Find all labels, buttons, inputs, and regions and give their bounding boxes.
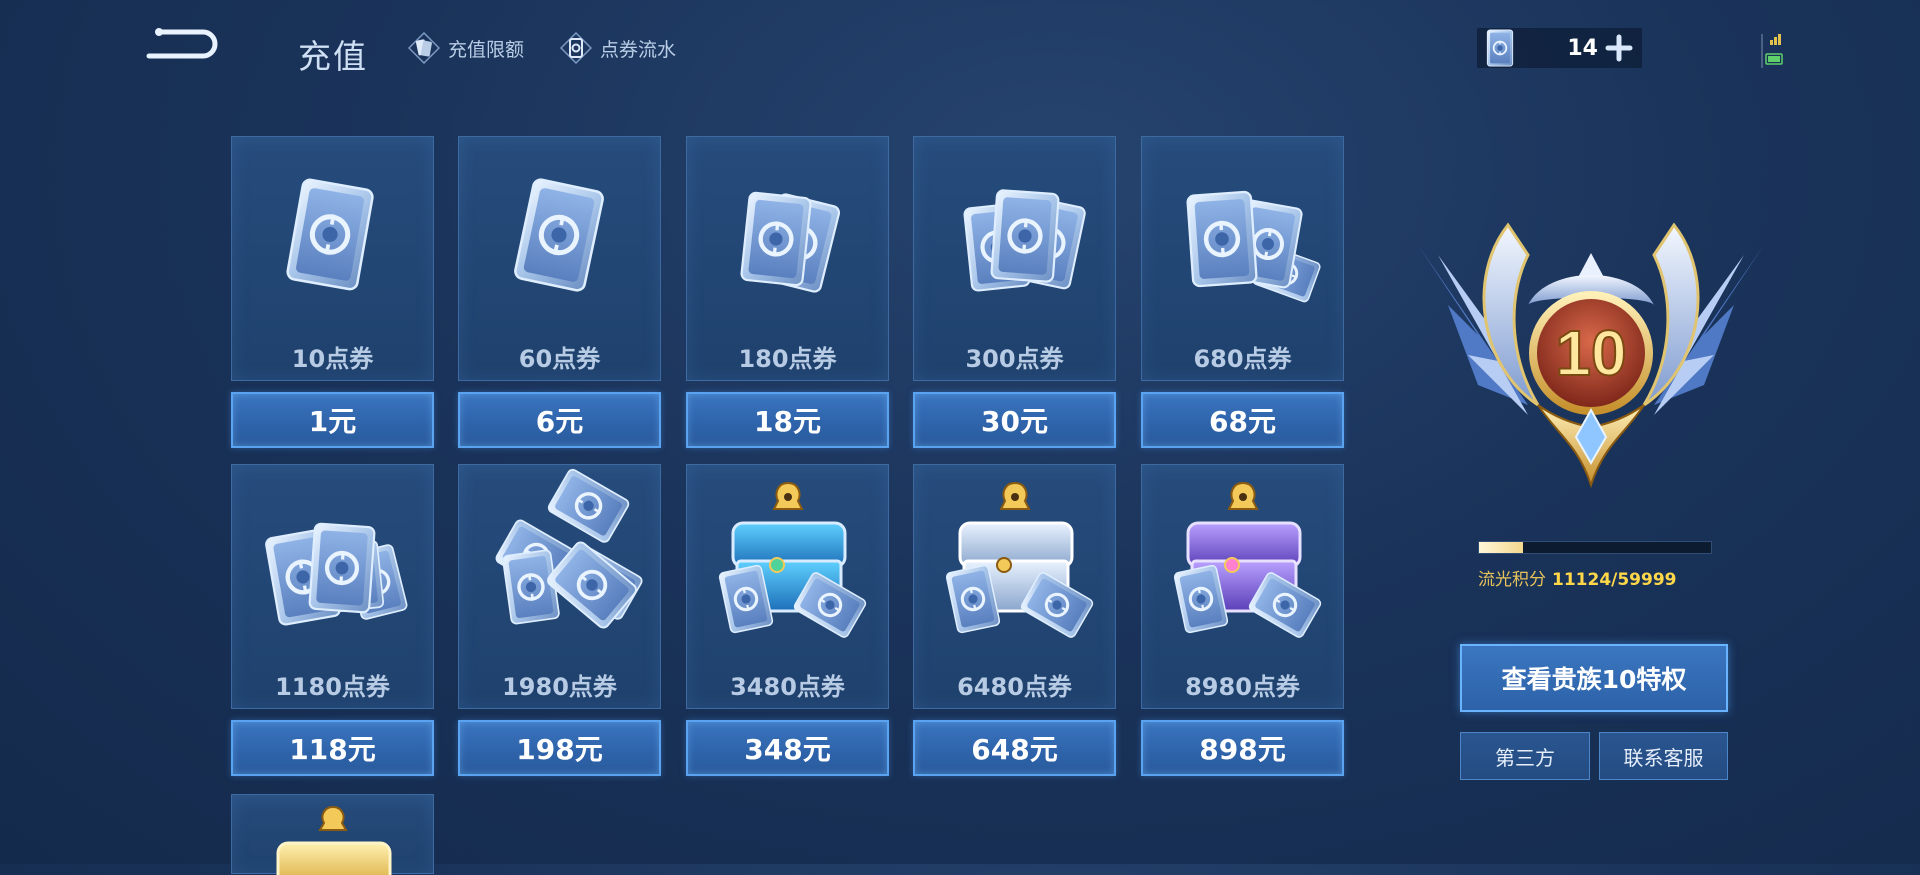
product-quantity: 60点券	[518, 345, 601, 373]
price-button[interactable]: 68元	[1141, 392, 1344, 448]
price-button[interactable]: 6元	[458, 392, 661, 448]
product-card[interactable]	[231, 794, 434, 875]
page-title: 充值	[298, 37, 368, 76]
product-card[interactable]: 300点券	[913, 136, 1116, 381]
product-card[interactable]: 1980点券	[458, 464, 661, 709]
treasure-chest-gold-icon	[276, 805, 392, 875]
score-text: 流光积分 11124/59999	[1478, 565, 1677, 590]
product-card[interactable]: 60点券	[458, 136, 661, 381]
treasure-chest-silver-icon	[944, 482, 1096, 641]
network-battery-status-icon	[1761, 34, 1783, 68]
coupon-flow-icon	[560, 32, 592, 64]
price-button[interactable]: 30元	[913, 392, 1116, 448]
product-quantity: 6480点券	[957, 673, 1072, 701]
product-quantity: 8980点券	[1185, 673, 1300, 701]
price-button[interactable]: 118元	[231, 720, 434, 776]
coupon-flow-link[interactable]: 点券流水	[560, 30, 676, 66]
product-quantity: 1980点券	[502, 673, 617, 701]
coupon-balance: 14	[1477, 28, 1642, 68]
price-button[interactable]: 1元	[231, 392, 434, 448]
price-button[interactable]: 648元	[913, 720, 1116, 776]
coupon-single-icon	[232, 137, 435, 337]
coupon-stack-icon	[1142, 137, 1323, 305]
add-coupon-plus-icon[interactable]	[1604, 33, 1634, 63]
score-progress-bar	[1478, 541, 1712, 554]
product-quantity: 10点券	[291, 345, 374, 373]
score-value: 11124/59999	[1552, 570, 1677, 590]
third-party-button[interactable]: 第三方	[1460, 732, 1590, 780]
noble-level-number: 10	[1555, 317, 1626, 389]
back-button[interactable]	[145, 24, 225, 68]
coupon-pile-icon	[492, 466, 646, 632]
product-card[interactable]: 8980点券	[1141, 464, 1344, 709]
product-card[interactable]: 6480点券	[913, 464, 1116, 709]
coupon-stack-icon	[914, 137, 1117, 337]
product-card[interactable]: 3480点券	[686, 464, 889, 709]
balance-value: 14	[1567, 35, 1598, 61]
score-progress-fill	[1479, 542, 1524, 553]
treasure-chest-purple-icon	[1172, 482, 1324, 641]
treasure-chest-blue-icon	[717, 482, 869, 641]
price-button[interactable]: 18元	[686, 392, 889, 448]
product-card[interactable]: 10点券	[231, 136, 434, 381]
price-button[interactable]: 898元	[1141, 720, 1344, 776]
product-card[interactable]: 180点券	[686, 136, 889, 381]
view-noble-privileges-button[interactable]: 查看贵族10特权	[1460, 644, 1728, 712]
coupon-single-icon	[459, 137, 662, 337]
recharge-limit-label: 充值限额	[448, 38, 525, 61]
recharge-limit-link[interactable]: 充值限额	[408, 30, 524, 66]
product-quantity: 3480点券	[730, 673, 845, 701]
product-card[interactable]: 1180点券	[231, 464, 434, 709]
product-quantity: 180点券	[738, 345, 837, 373]
coupon-icon	[1483, 29, 1517, 67]
back-arrow-icon	[146, 28, 218, 59]
coupon-flow-label: 点券流水	[600, 38, 677, 61]
score-label: 流光积分	[1478, 570, 1546, 590]
product-quantity: 300点券	[965, 345, 1064, 373]
coupon-pair-icon	[687, 137, 890, 337]
coupon-pile-icon	[232, 465, 410, 665]
contact-service-button[interactable]: 联系客服	[1599, 732, 1728, 780]
price-button[interactable]: 348元	[686, 720, 889, 776]
price-button[interactable]: 198元	[458, 720, 661, 776]
product-card[interactable]: 680点券	[1141, 136, 1344, 381]
product-quantity: 680点券	[1193, 345, 1292, 373]
noble-level-badge: 10	[1418, 222, 1764, 489]
product-quantity: 1180点券	[275, 673, 390, 701]
coupon-card-icon	[408, 32, 440, 64]
